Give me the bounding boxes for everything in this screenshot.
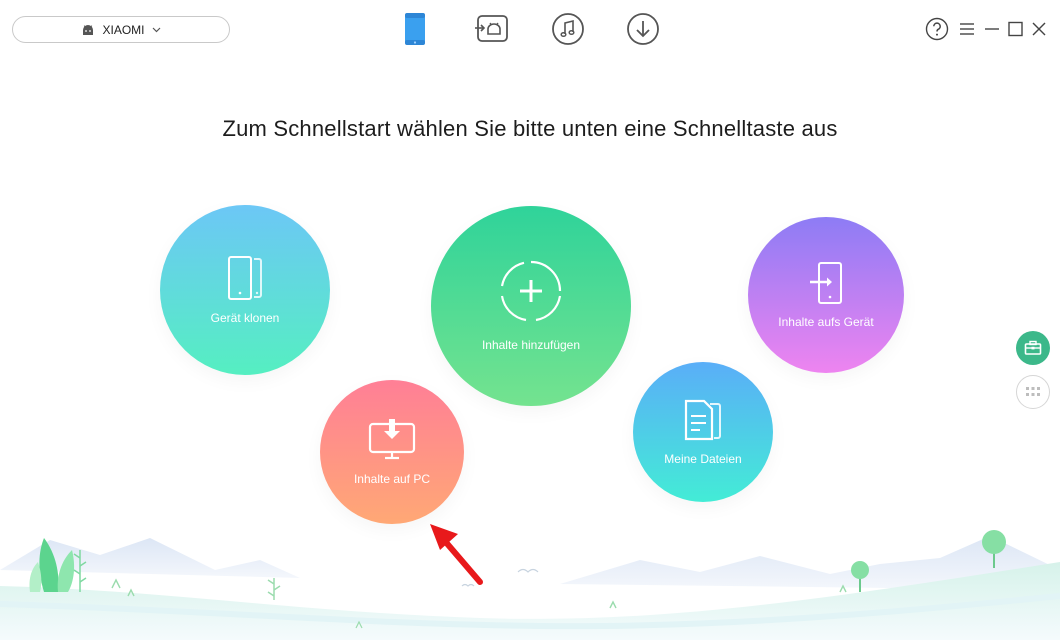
add-circle-icon	[500, 260, 562, 322]
android-icon	[83, 24, 94, 35]
add-content-label: Inhalte hinzufügen	[481, 338, 581, 352]
toolbox-button[interactable]	[1016, 331, 1050, 365]
menu-icon	[960, 23, 974, 35]
chevron-down-icon	[152, 27, 160, 32]
minimize-button[interactable]	[980, 17, 1004, 41]
my-files-label: Meine Dateien	[664, 452, 742, 466]
close-icon	[1032, 22, 1046, 36]
clone-device-button[interactable]: Gerät klonen	[160, 205, 330, 375]
device-name: XIAOMI	[102, 22, 145, 37]
add-content-button[interactable]: Inhalte hinzufügen	[431, 206, 631, 406]
nav-tab-device[interactable]	[398, 12, 432, 46]
close-button[interactable]	[1027, 17, 1051, 41]
phone-icon	[405, 13, 425, 45]
maximize-icon	[1008, 21, 1023, 37]
help-button[interactable]	[925, 17, 949, 41]
android-transfer-icon	[475, 15, 508, 42]
clone-phones-icon	[228, 256, 262, 300]
content-to-device-label: Inhalte aufs Gerät	[778, 315, 874, 329]
apps-grid-button[interactable]	[1016, 375, 1050, 409]
top-bar: XIAOMI	[0, 0, 1060, 62]
clone-device-label: Gerät klonen	[210, 311, 280, 325]
content-to-device-button[interactable]: Inhalte aufs Gerät	[748, 217, 904, 373]
apps-grid-icon	[1026, 387, 1040, 396]
device-selector[interactable]: XIAOMI	[12, 16, 230, 43]
minimize-icon	[985, 28, 999, 30]
my-files-button[interactable]: Meine Dateien	[633, 362, 773, 502]
toolbox-icon	[1024, 340, 1042, 355]
landscape-illustration	[0, 530, 1060, 640]
nav-tab-music[interactable]	[551, 12, 585, 46]
maximize-button[interactable]	[1003, 17, 1027, 41]
download-icon	[627, 13, 659, 45]
documents-icon	[684, 399, 721, 441]
nav-tab-download[interactable]	[626, 12, 660, 46]
nav-tab-android-mover[interactable]	[475, 12, 509, 46]
help-icon	[925, 17, 949, 41]
music-icon	[552, 13, 584, 45]
menu-button[interactable]	[955, 17, 979, 41]
phone-import-icon	[810, 262, 842, 304]
monitor-download-icon	[368, 419, 416, 460]
page-title: Zum Schnellstart wählen Sie bitte unten …	[222, 116, 838, 141]
red-arrow-annotation	[430, 524, 483, 585]
content-to-pc-label: Inhalte auf PC	[353, 472, 431, 486]
